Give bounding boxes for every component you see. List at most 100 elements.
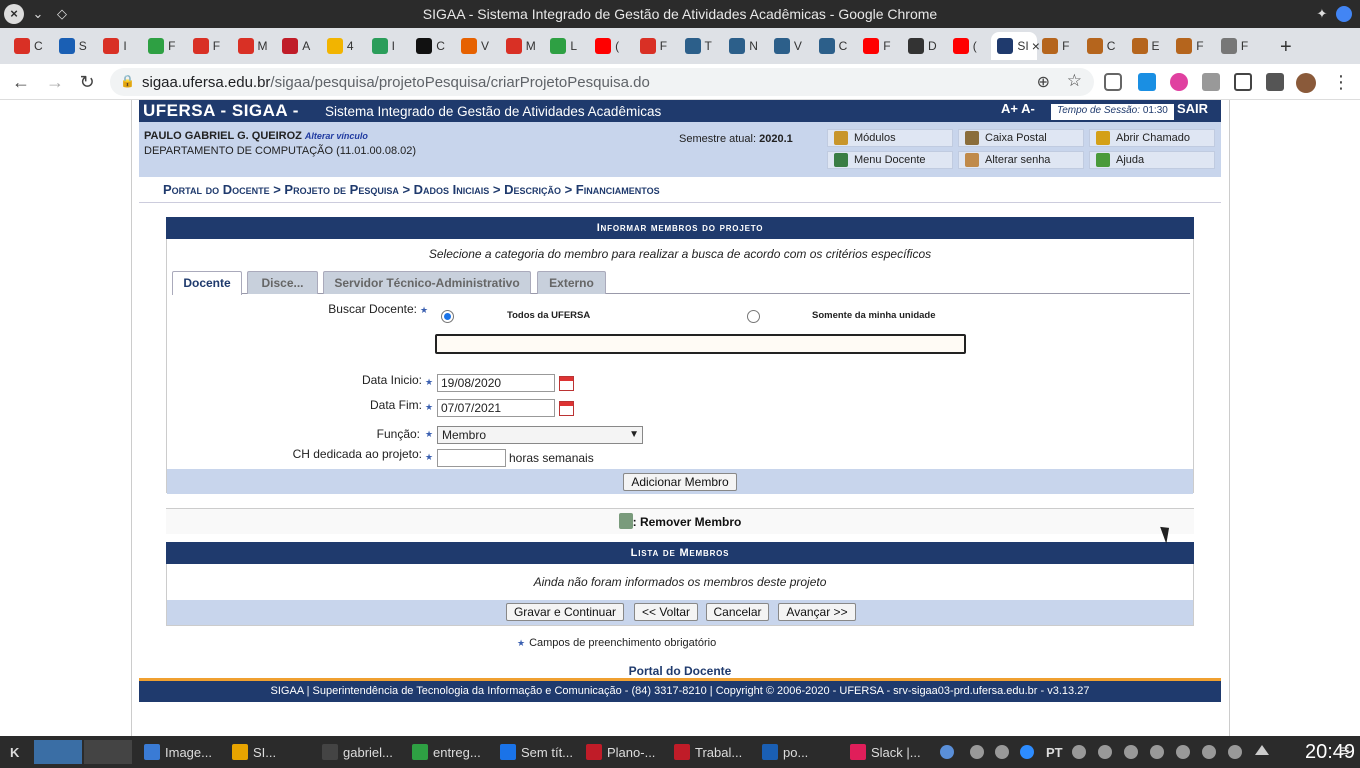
zoom-icon[interactable]: ⊕: [1037, 72, 1050, 92]
change-link[interactable]: Alterar vínculo: [305, 131, 368, 141]
funcao-select[interactable]: Membro ▼: [437, 426, 643, 444]
volume-icon[interactable]: [1228, 745, 1242, 759]
taskbar-item[interactable]: Sem tít...: [496, 739, 573, 765]
calendar-icon[interactable]: [559, 376, 574, 391]
menu-button-3[interactable]: Menu Docente: [827, 151, 953, 169]
next-button[interactable]: Avançar >>: [778, 603, 856, 621]
reload-icon[interactable]: ↻: [76, 72, 98, 93]
browser-tab[interactable]: C: [410, 32, 454, 60]
extension-icon[interactable]: [1202, 73, 1220, 91]
slack-extension-icon[interactable]: [1170, 73, 1188, 91]
browser-tab[interactable]: I: [366, 32, 410, 60]
browser-tab[interactable]: L: [544, 32, 588, 60]
browser-tab[interactable]: V: [455, 32, 499, 60]
radio-todos[interactable]: [441, 310, 454, 323]
data-fim-input[interactable]: 07/07/2021: [437, 399, 555, 417]
browser-tab[interactable]: C: [8, 32, 52, 60]
back-icon[interactable]: ←: [10, 72, 32, 93]
ch-input[interactable]: [437, 449, 506, 467]
browser-tab[interactable]: V: [768, 32, 812, 60]
browser-tab[interactable]: I: [97, 32, 141, 60]
kde-menu-icon[interactable]: K: [6, 739, 19, 765]
taskbar-item[interactable]: po...: [758, 739, 808, 765]
docente-search-input[interactable]: [435, 334, 966, 354]
browser-tab[interactable]: D: [902, 32, 946, 60]
browser-tab[interactable]: (: [589, 32, 633, 60]
forward-icon[interactable]: →: [44, 72, 66, 93]
browser-tab[interactable]: S: [53, 32, 97, 60]
taskbar-item[interactable]: Image...: [140, 739, 212, 765]
add-member-button[interactable]: Adicionar Membro: [623, 473, 737, 491]
profile-avatar[interactable]: [1296, 73, 1316, 93]
browser-tab[interactable]: SI ×: [991, 32, 1040, 60]
address-bar[interactable]: 🔒 sigaa.ufersa.edu.br/sigaa/pesquisa/pro…: [110, 68, 1094, 96]
browser-tab[interactable]: T: [679, 32, 723, 60]
zoom-app-icon[interactable]: [1020, 745, 1034, 759]
taskbar-item[interactable]: Plano-...: [582, 739, 655, 765]
taskbar-item[interactable]: Slack |...: [846, 739, 921, 765]
data-inicio-input[interactable]: 19/08/2020: [437, 374, 555, 392]
extension-icon[interactable]: [1138, 73, 1156, 91]
browser-tab[interactable]: F: [634, 32, 678, 60]
tray-expand-icon[interactable]: [1255, 745, 1269, 755]
browser-tab[interactable]: F: [1170, 32, 1214, 60]
battery-icon[interactable]: [1150, 745, 1164, 759]
menu-button-2[interactable]: Abrir Chamado: [1089, 129, 1215, 147]
back-button[interactable]: << Voltar: [634, 603, 698, 621]
desktop-pager[interactable]: [34, 740, 82, 764]
browser-tab[interactable]: F: [187, 32, 231, 60]
browser-tab[interactable]: F: [1036, 32, 1080, 60]
tab-discente[interactable]: Disce...: [247, 271, 318, 294]
puzzle-icon[interactable]: [1266, 73, 1284, 91]
calendar-icon[interactable]: [559, 401, 574, 416]
browser-tab[interactable]: F: [857, 32, 901, 60]
browser-tab[interactable]: (: [947, 32, 991, 60]
browser-tab[interactable]: M: [232, 32, 276, 60]
browser-tab[interactable]: C: [1081, 32, 1125, 60]
tab-docente[interactable]: Docente: [172, 271, 242, 295]
menu-button-0[interactable]: Módulos: [827, 129, 953, 147]
tab-servidor[interactable]: Servidor Técnico-Administrativo: [323, 271, 531, 294]
logout-button[interactable]: SAIR: [1177, 101, 1208, 116]
taskbar-item[interactable]: gabriel...: [318, 739, 393, 765]
cancel-button[interactable]: Cancelar: [706, 603, 769, 621]
browser-tab[interactable]: C: [813, 32, 857, 60]
browser-tab[interactable]: M: [500, 32, 544, 60]
pocket-icon[interactable]: [1104, 73, 1122, 91]
clipboard-icon[interactable]: [1202, 745, 1216, 759]
save-continue-button[interactable]: Gravar e Continuar: [506, 603, 624, 621]
accessibility-icon[interactable]: [995, 745, 1009, 759]
bluetooth-icon[interactable]: [970, 745, 984, 759]
font-size-controls[interactable]: A+ A-: [1001, 101, 1035, 116]
radio-minha-unidade[interactable]: [747, 310, 760, 323]
menu-icon[interactable]: ≡: [1336, 739, 1349, 765]
browser-tab[interactable]: F: [1215, 32, 1259, 60]
portal-docente-link[interactable]: Portal do Docente: [0, 664, 1360, 678]
breadcrumb-trail[interactable]: Portal do Docente > Projeto de Pesquisa …: [163, 182, 660, 197]
browser-tab[interactable]: F: [142, 32, 186, 60]
network-icon[interactable]: [1072, 745, 1086, 759]
media-icon[interactable]: [1176, 745, 1190, 759]
grid-extension-icon[interactable]: [1234, 73, 1252, 91]
tab-externo[interactable]: Externo: [537, 271, 606, 294]
menu-button-4[interactable]: Alterar senha: [958, 151, 1084, 169]
bluetooth-icon[interactable]: [940, 745, 954, 759]
wifi-icon[interactable]: [1124, 745, 1138, 759]
menu-button-1[interactable]: Caixa Postal: [958, 129, 1084, 147]
bookmark-star-icon[interactable]: ☆: [1067, 71, 1082, 91]
user-info-bar: PAULO GABRIEL G. QUEIROZ Alterar vínculo …: [139, 122, 1221, 177]
browser-tab[interactable]: E: [1126, 32, 1170, 60]
taskbar-item[interactable]: SI...: [228, 739, 276, 765]
browser-tab[interactable]: 4: [321, 32, 365, 60]
taskbar-item[interactable]: entreg...: [408, 739, 481, 765]
browser-tab[interactable]: N: [723, 32, 767, 60]
keyboard-layout[interactable]: PT: [1042, 739, 1063, 765]
desktop-pager[interactable]: [84, 740, 132, 764]
taskbar-item[interactable]: Trabal...: [670, 739, 742, 765]
pin-icon[interactable]: ✦: [1312, 4, 1332, 24]
settings-icon[interactable]: [1098, 745, 1112, 759]
new-tab-button[interactable]: +: [1280, 36, 1292, 59]
browser-tab[interactable]: A: [276, 32, 320, 60]
menu-button-5[interactable]: Ajuda: [1089, 151, 1215, 169]
menu-kebab-icon[interactable]: ⋮: [1330, 72, 1352, 93]
